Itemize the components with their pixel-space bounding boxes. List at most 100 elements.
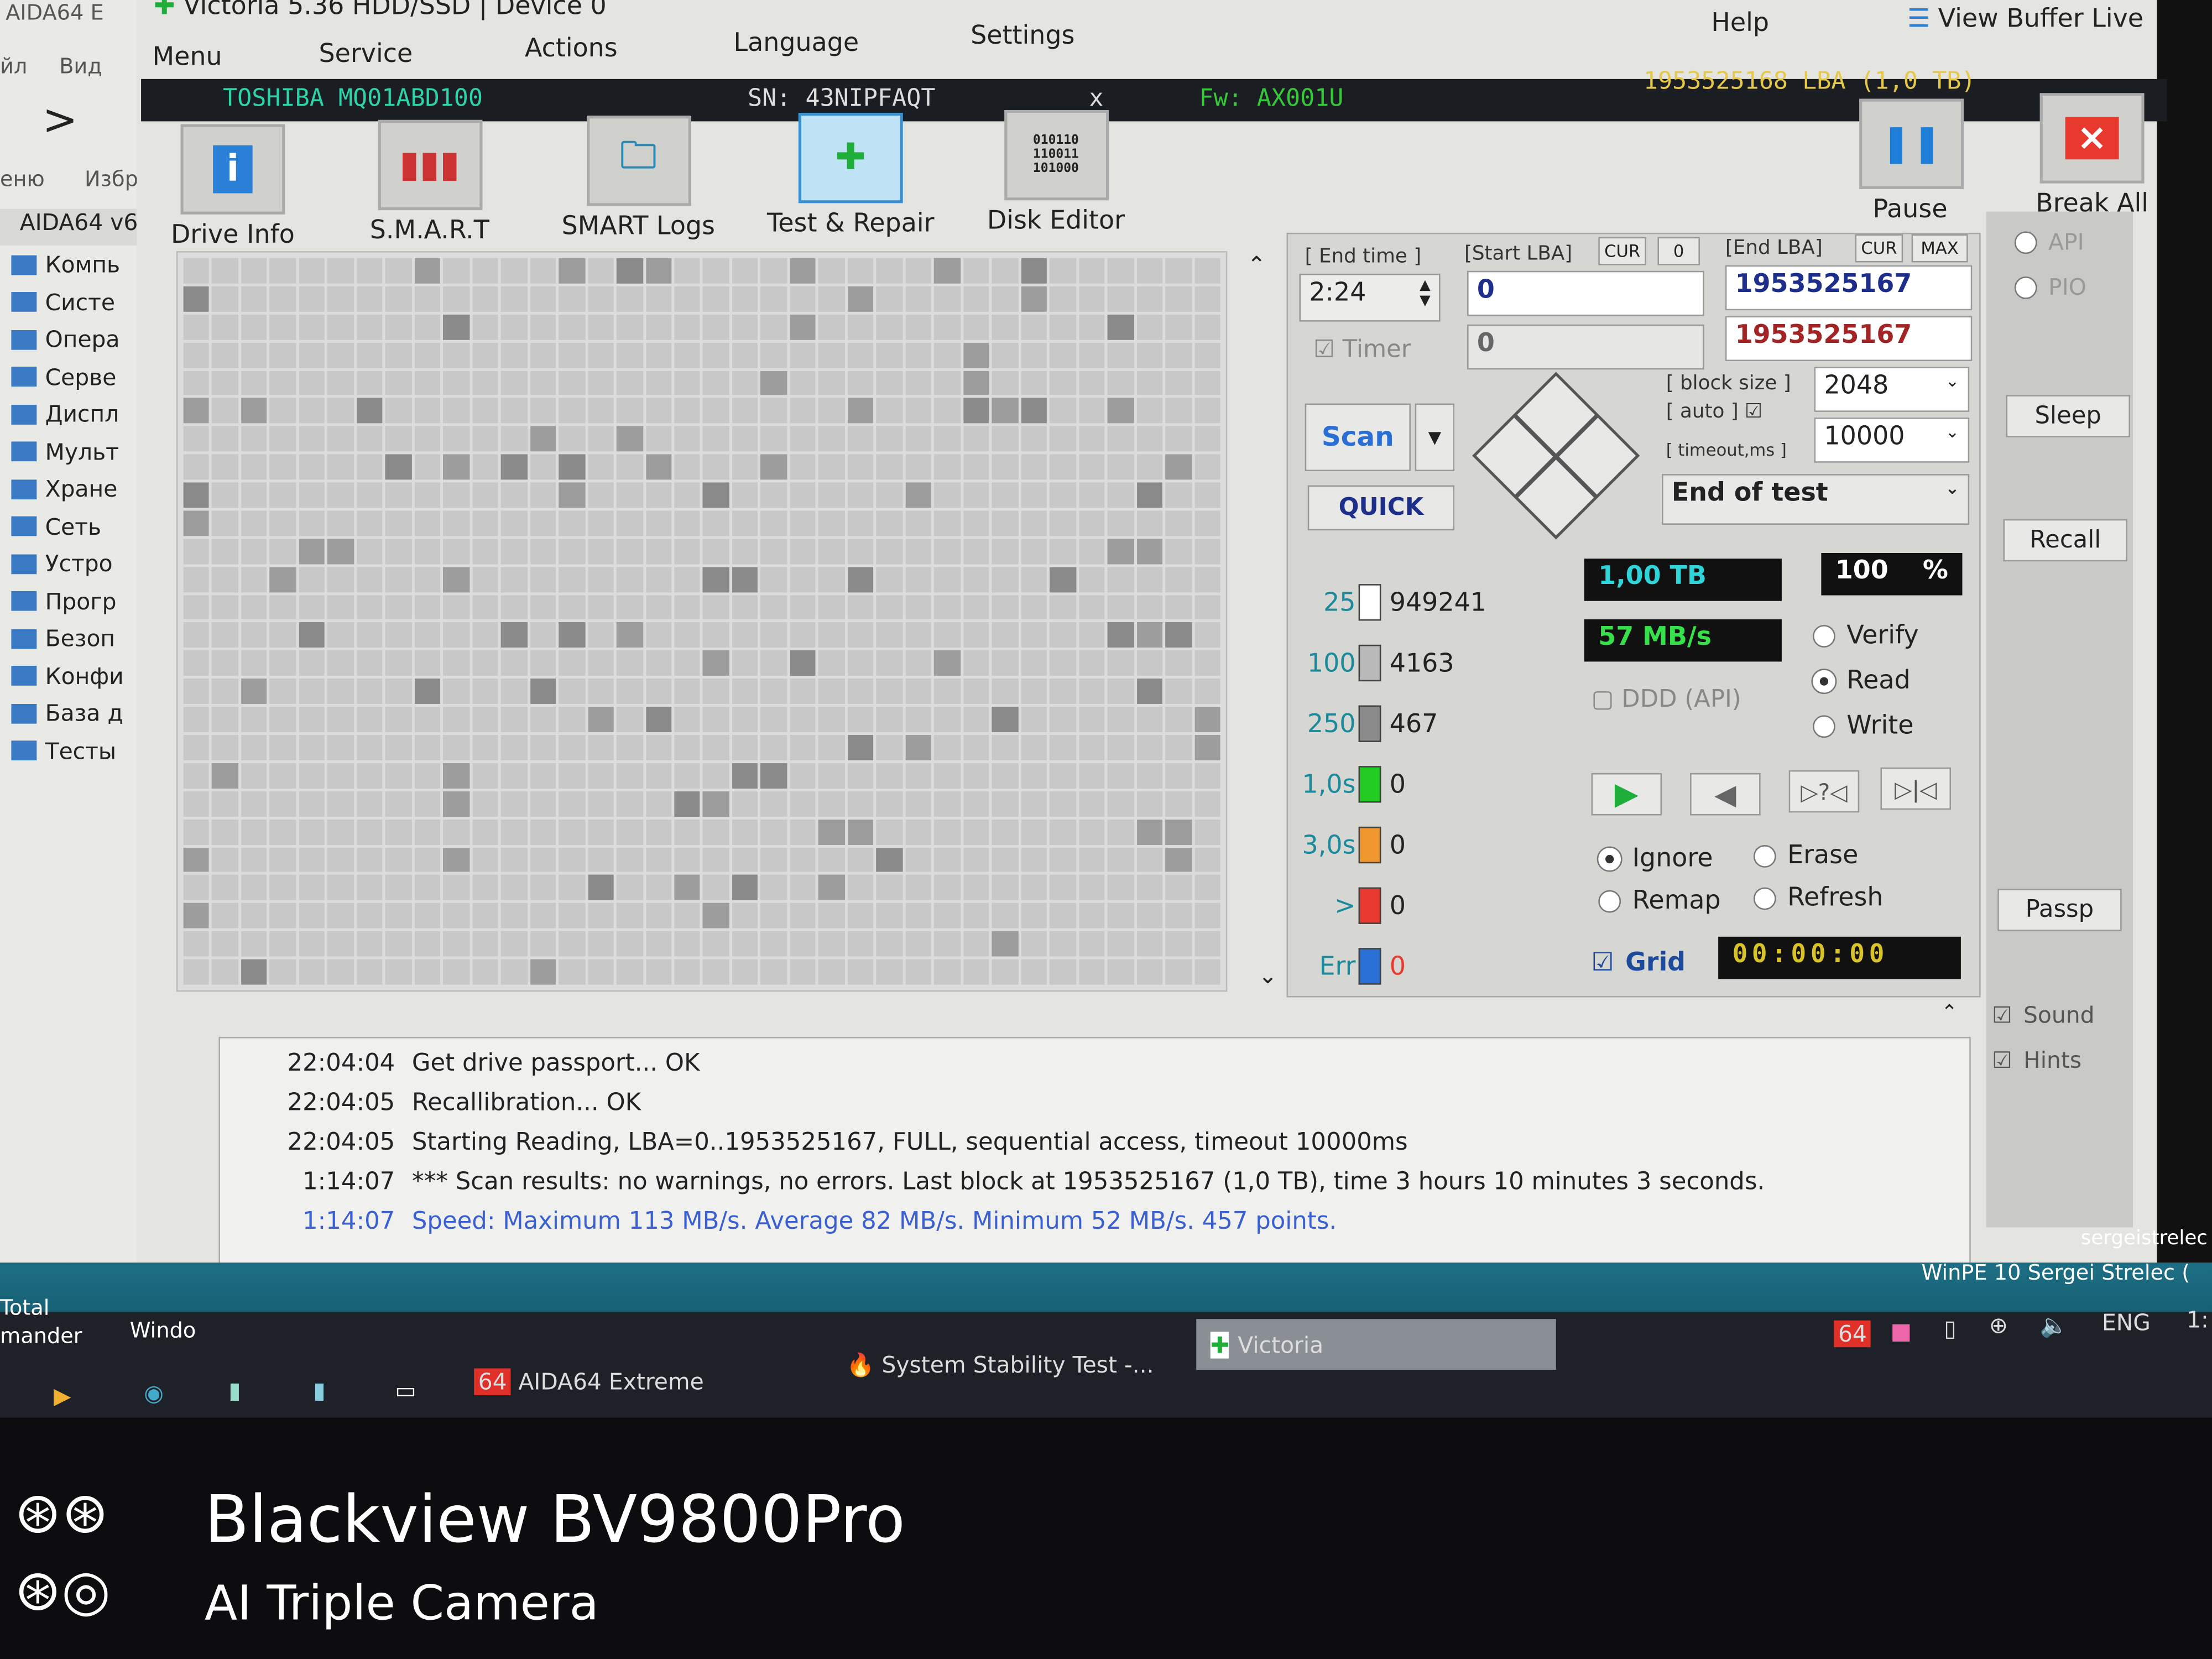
mode-read-radio[interactable]: Read: [1811, 666, 1911, 696]
pinned-app-icon[interactable]: ▮: [228, 1377, 241, 1404]
block-size-select[interactable]: 2048 ⌄: [1814, 367, 1970, 412]
timer-checkbox[interactable]: ☑ Timer: [1313, 336, 1411, 364]
language-indicator[interactable]: ENG: [2102, 1309, 2151, 1335]
pinned-app-icon[interactable]: ▮: [313, 1377, 325, 1404]
scan-button[interactable]: Scan: [1305, 403, 1411, 472]
end-lba-max-button[interactable]: MAX: [1911, 234, 1968, 263]
aida-menu-file[interactable]: йл: [0, 54, 27, 79]
scan-dropdown-icon[interactable]: ▼: [1415, 403, 1455, 472]
aida-tree-item[interactable]: Устро: [11, 550, 113, 577]
grid-block: [703, 763, 729, 789]
menu-help[interactable]: Help: [1711, 8, 1769, 38]
play-icon[interactable]: ▶: [1591, 773, 1662, 816]
seek-random-icon[interactable]: ▷?◁: [1788, 770, 1860, 813]
ddd-api-checkbox[interactable]: ▢ DDD (API): [1592, 686, 1741, 714]
menu-service[interactable]: Service: [319, 39, 413, 69]
grid-block: [1050, 847, 1076, 873]
speaker-icon[interactable]: 🔈: [2040, 1312, 2068, 1338]
start-lba-cur-button[interactable]: CUR: [1598, 237, 1647, 265]
start-lba-input[interactable]: 0: [1467, 270, 1704, 316]
end-action-select[interactable]: End of test ⌄: [1662, 474, 1970, 525]
aida-tree-item[interactable]: Прогр: [11, 587, 117, 614]
action-refresh-radio[interactable]: Refresh: [1753, 883, 1884, 912]
aida-tab-favorites[interactable]: Избр: [85, 166, 138, 192]
action-ignore-radio[interactable]: Ignore: [1597, 843, 1713, 873]
sound-checkbox[interactable]: ☑ Sound: [1992, 1001, 2095, 1028]
end-lba-input[interactable]: 1953525167: [1725, 265, 1973, 311]
taskbar-aida64[interactable]: 64 AIDA64 Extreme: [474, 1368, 704, 1395]
desktop-icon-label[interactable]: mander: [0, 1323, 82, 1349]
hints-checkbox[interactable]: ☑ Hints: [1992, 1047, 2081, 1073]
scroll-down-icon[interactable]: ⌄: [1258, 962, 1277, 989]
color-tray-icon[interactable]: ■: [1890, 1318, 1912, 1344]
aida-tree-item[interactable]: База д: [11, 700, 123, 727]
disk-editor-button[interactable]: 010110 110011 101000 Disk Editor: [982, 109, 1130, 236]
taskbar-stability-label: System Stability Test -...: [881, 1351, 1154, 1379]
timeout-select[interactable]: 10000 ⌄: [1814, 418, 1970, 463]
desktop-icon-label[interactable]: Windo: [130, 1318, 196, 1343]
start-icon[interactable]: ▶: [54, 1383, 71, 1409]
grid-block: [1194, 286, 1220, 312]
end-time-stepper[interactable]: 2:24 ▲ ▼: [1299, 273, 1441, 322]
drive-info-button[interactable]: i Drive Info: [162, 124, 303, 250]
chevron-right-icon[interactable]: >: [43, 96, 78, 145]
menu-menu[interactable]: Menu: [153, 43, 222, 72]
api-radio[interactable]: API: [2014, 228, 2084, 255]
grid-block: [559, 398, 585, 424]
aida-tree-item[interactable]: Систе: [11, 289, 115, 315]
aida-tab-menu[interactable]: еню: [0, 166, 45, 192]
sleep-button[interactable]: Sleep: [2006, 395, 2131, 437]
aida-tree-item[interactable]: Опера: [11, 326, 119, 353]
desktop-icon-label[interactable]: Total: [0, 1295, 49, 1321]
aida-root[interactable]: AIDA64 v6: [0, 208, 142, 246]
aida-tree-item[interactable]: Тесты: [11, 737, 116, 764]
taskbar-stability-test[interactable]: 🔥 System Stability Test -...: [847, 1352, 1154, 1378]
passp-button[interactable]: Passp: [1997, 889, 2122, 931]
grid-checkbox[interactable]: ☑ Grid: [1592, 948, 1686, 978]
aida-tree-item[interactable]: Хране: [11, 476, 117, 502]
menu-language[interactable]: Language: [734, 28, 859, 58]
aida-tree-item[interactable]: Компь: [11, 251, 120, 278]
aida64-tray-icon[interactable]: 64: [1834, 1320, 1871, 1348]
aida-menu-view[interactable]: Вид: [59, 54, 102, 79]
scroll-up-icon[interactable]: ⌃: [1247, 251, 1266, 278]
view-buffer-live-button[interactable]: ☰ View Buffer Live: [1907, 4, 2143, 34]
grid-block: [472, 566, 498, 592]
aida-tree-item[interactable]: Серве: [11, 363, 116, 390]
pio-radio[interactable]: PIO: [2014, 274, 2086, 300]
menu-actions[interactable]: Actions: [525, 34, 618, 64]
aida-tree-item[interactable]: Безоп: [11, 625, 115, 652]
pinned-app-icon[interactable]: ◉: [144, 1380, 164, 1406]
console-icon[interactable]: ▭: [395, 1377, 416, 1404]
quick-button[interactable]: QUICK: [1307, 485, 1455, 531]
usb-drive-icon[interactable]: ▯: [1944, 1315, 1956, 1342]
mode-verify-radio[interactable]: Verify: [1813, 620, 1919, 650]
network-icon[interactable]: ⊕: [1989, 1312, 2008, 1338]
pause-button[interactable]: ❚❚ Pause: [1859, 98, 1964, 225]
taskbar-victoria[interactable]: ✚ Victoria: [1196, 1319, 1556, 1370]
aida-tree-item[interactable]: Мульт: [11, 438, 119, 465]
auto-checkbox[interactable]: [ auto ] ☑: [1666, 400, 1762, 423]
recall-button[interactable]: Recall: [2003, 519, 2127, 562]
break-all-button[interactable]: × Break All: [2028, 93, 2156, 218]
close-drive-button[interactable]: x: [1089, 85, 1103, 113]
clock[interactable]: 1:: [2187, 1306, 2209, 1333]
grid-block: [761, 510, 787, 536]
aida-tree-item[interactable]: Сеть: [11, 513, 101, 540]
seek-end-icon[interactable]: ▷|◁: [1880, 767, 1952, 810]
smart-button[interactable]: ▮▮▮ S.M.A.R.T: [356, 119, 504, 246]
smart-logs-button[interactable]: 🗀 SMART Logs: [550, 116, 727, 241]
spin-arrows-icon[interactable]: ▲ ▼: [1420, 278, 1431, 309]
grid-block: [385, 959, 412, 985]
start-lba-zero-button[interactable]: 0: [1657, 237, 1700, 265]
rewind-icon[interactable]: ◀: [1690, 773, 1761, 816]
test-repair-button[interactable]: ✚ Test & Repair: [759, 113, 942, 238]
mode-write-radio[interactable]: Write: [1813, 711, 1914, 740]
action-erase-radio[interactable]: Erase: [1753, 841, 1858, 870]
menu-settings[interactable]: Settings: [971, 21, 1074, 51]
log-scroll-up-icon[interactable]: ⌃: [1941, 1001, 1958, 1024]
action-remap-radio[interactable]: Remap: [1598, 886, 1721, 916]
end-lba-cur-button[interactable]: CUR: [1855, 234, 1903, 263]
aida-tree-item[interactable]: Конфи: [11, 662, 124, 689]
aida-tree-item[interactable]: Диспл: [11, 400, 119, 427]
